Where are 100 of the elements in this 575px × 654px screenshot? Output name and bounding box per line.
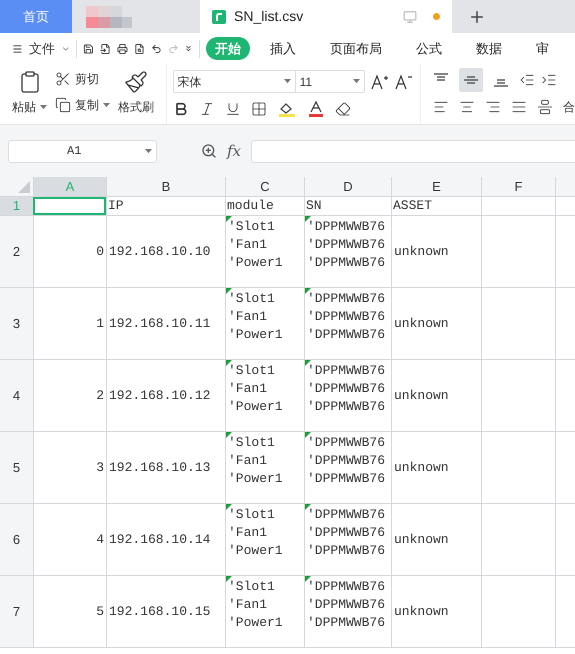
table-cell[interactable]: ASSET bbox=[391, 197, 481, 215]
row-header[interactable]: 7 bbox=[0, 576, 33, 647]
align-middle-button[interactable] bbox=[459, 68, 483, 92]
column-header[interactable]: C bbox=[225, 177, 304, 196]
align-top-icon bbox=[434, 73, 448, 81]
brush-icon bbox=[124, 70, 148, 94]
caret-icon[interactable] bbox=[103, 102, 110, 108]
tab-title: SN_list.csv bbox=[234, 7, 304, 26]
selected-cell[interactable] bbox=[33, 197, 106, 215]
table-cell-text: 'DPPMWWB76 bbox=[307, 290, 386, 308]
table-cell: 192.168.10.13 bbox=[106, 432, 225, 503]
table-cell-text: 'DPPMWWB76 bbox=[307, 506, 386, 524]
table-cell-text: 'DPPMWWB76 bbox=[307, 398, 386, 416]
table-cell-text: 'Slot1 bbox=[228, 578, 276, 596]
merge-button[interactable]: 合 bbox=[563, 98, 575, 116]
row-header[interactable]: 2 bbox=[0, 216, 33, 287]
formula-input[interactable] bbox=[251, 140, 575, 162]
row-header[interactable]: 3 bbox=[0, 288, 33, 359]
cut-button[interactable]: 剪切 bbox=[55, 70, 110, 88]
align-right-icon[interactable] bbox=[485, 99, 501, 115]
ribbon-tab[interactable]: 公式 bbox=[406, 36, 451, 60]
column-header[interactable]: F bbox=[481, 177, 555, 196]
table-cell: 4 bbox=[33, 504, 106, 575]
table-cell-text: 'DPPMWWB76 bbox=[307, 578, 386, 596]
indent-increase-icon[interactable] bbox=[541, 72, 557, 88]
align-center-icon[interactable] bbox=[459, 99, 475, 115]
align-left-icon[interactable] bbox=[433, 99, 449, 115]
column-header[interactable]: D bbox=[304, 177, 391, 196]
table-cell-text: unknown bbox=[394, 602, 449, 621]
table-cell-text: 'DPPMWWB76 bbox=[307, 308, 386, 326]
table-cell-text: 'DPPMWWB76 bbox=[307, 596, 386, 614]
row-header[interactable]: 4 bbox=[0, 360, 33, 431]
align-middle-icon bbox=[464, 76, 478, 84]
font-color-icon[interactable] bbox=[306, 100, 325, 118]
row-header[interactable]: 6 bbox=[0, 504, 33, 575]
ribbon-tab[interactable]: 页面布局 bbox=[320, 36, 391, 60]
copy-icon bbox=[55, 97, 71, 113]
table-cell-text: 'Power1 bbox=[228, 614, 284, 632]
eraser-icon[interactable] bbox=[334, 101, 351, 117]
align-bottom-icon bbox=[494, 79, 508, 87]
copy-button[interactable]: 复制 bbox=[55, 96, 110, 114]
ribbon-tab[interactable]: 审 bbox=[526, 36, 558, 60]
underline-icon[interactable] bbox=[224, 101, 241, 117]
justify-icon[interactable] bbox=[511, 99, 527, 115]
paste-button[interactable]: 粘贴 bbox=[12, 70, 47, 116]
table-cell-text: 'Slot1 bbox=[228, 290, 276, 308]
decrease-font-icon[interactable] bbox=[394, 74, 413, 90]
font-size-dropdown[interactable]: 11 bbox=[296, 71, 364, 92]
borders-icon[interactable] bbox=[250, 101, 267, 117]
table-cell: 5 bbox=[33, 576, 106, 647]
scissors-icon bbox=[55, 71, 71, 87]
table-cell-text: 'DPPMWWB76 bbox=[307, 254, 386, 272]
name-box[interactable]: A1 bbox=[8, 140, 157, 162]
table-cell: 192.168.10.14 bbox=[106, 504, 225, 575]
table-cell-text: 'DPPMWWB76 bbox=[307, 452, 386, 470]
table-cell-text: 'DPPMWWB76 bbox=[307, 614, 386, 632]
caret-icon[interactable] bbox=[145, 148, 152, 154]
indent-decrease-icon[interactable] bbox=[519, 72, 535, 88]
table-cell-text: 'DPPMWWB76 bbox=[307, 470, 386, 488]
table-cell-text: 'DPPMWWB76 bbox=[307, 326, 386, 344]
table-cell[interactable]: SN bbox=[304, 197, 391, 215]
table-cell-text: 'Fan1 bbox=[228, 596, 268, 614]
file-menu[interactable]: 文件 bbox=[28, 38, 55, 58]
caret-icon[interactable] bbox=[284, 79, 291, 84]
caret-icon[interactable] bbox=[40, 104, 47, 110]
table-cell-text: unknown bbox=[394, 386, 449, 405]
table-cell[interactable]: IP bbox=[106, 197, 225, 215]
table-cell-text: 'DPPMWWB76 bbox=[307, 542, 386, 560]
column-header[interactable]: B bbox=[106, 177, 225, 196]
table-cell: 192.168.10.11 bbox=[106, 288, 225, 359]
table-cell-text: 'Fan1 bbox=[228, 524, 268, 542]
table-cell-text: 'Fan1 bbox=[228, 236, 268, 254]
font-dropdown[interactable]: 宋体 bbox=[174, 71, 296, 92]
row-header[interactable]: 5 bbox=[0, 432, 33, 503]
caret-icon[interactable] bbox=[352, 79, 360, 84]
table-cell-text: 'DPPMWWB76 bbox=[307, 236, 386, 254]
table-cell-text: 'Slot1 bbox=[228, 218, 276, 236]
ribbon-tab[interactable]: 数据 bbox=[466, 36, 511, 60]
column-header[interactable]: E bbox=[391, 177, 481, 196]
table-cell-text: 'DPPMWWB76 bbox=[307, 380, 386, 398]
format-painter-button[interactable]: 格式刷 bbox=[118, 70, 154, 116]
table-cell-text: 'Slot1 bbox=[228, 434, 276, 452]
table-cell-text: unknown bbox=[394, 458, 449, 477]
table-cell-text: 'Slot1 bbox=[228, 362, 276, 380]
table-cell-text: 'Power1 bbox=[228, 254, 284, 272]
zoom-icon[interactable] bbox=[201, 143, 217, 159]
table-cell-text: 'Slot1 bbox=[228, 506, 276, 524]
file-tab[interactable]: SN_list.csv bbox=[200, 0, 452, 33]
table-cell-text: 'Power1 bbox=[228, 326, 284, 344]
table-cell-text: unknown bbox=[394, 242, 449, 261]
table-cell: 2 bbox=[33, 360, 106, 431]
distribute-icon[interactable] bbox=[537, 99, 553, 115]
table-cell: 1 bbox=[33, 288, 106, 359]
increase-font-icon[interactable] bbox=[370, 74, 389, 90]
table-cell-text: unknown bbox=[394, 314, 449, 333]
table-cell[interactable]: module bbox=[225, 197, 304, 215]
table-cell-text: 'Power1 bbox=[228, 470, 284, 488]
table-cell: 192.168.10.12 bbox=[106, 360, 225, 431]
ribbon-tab[interactable]: 插入 bbox=[260, 36, 305, 60]
table-cell-text: 'DPPMWWB76 bbox=[307, 524, 386, 542]
